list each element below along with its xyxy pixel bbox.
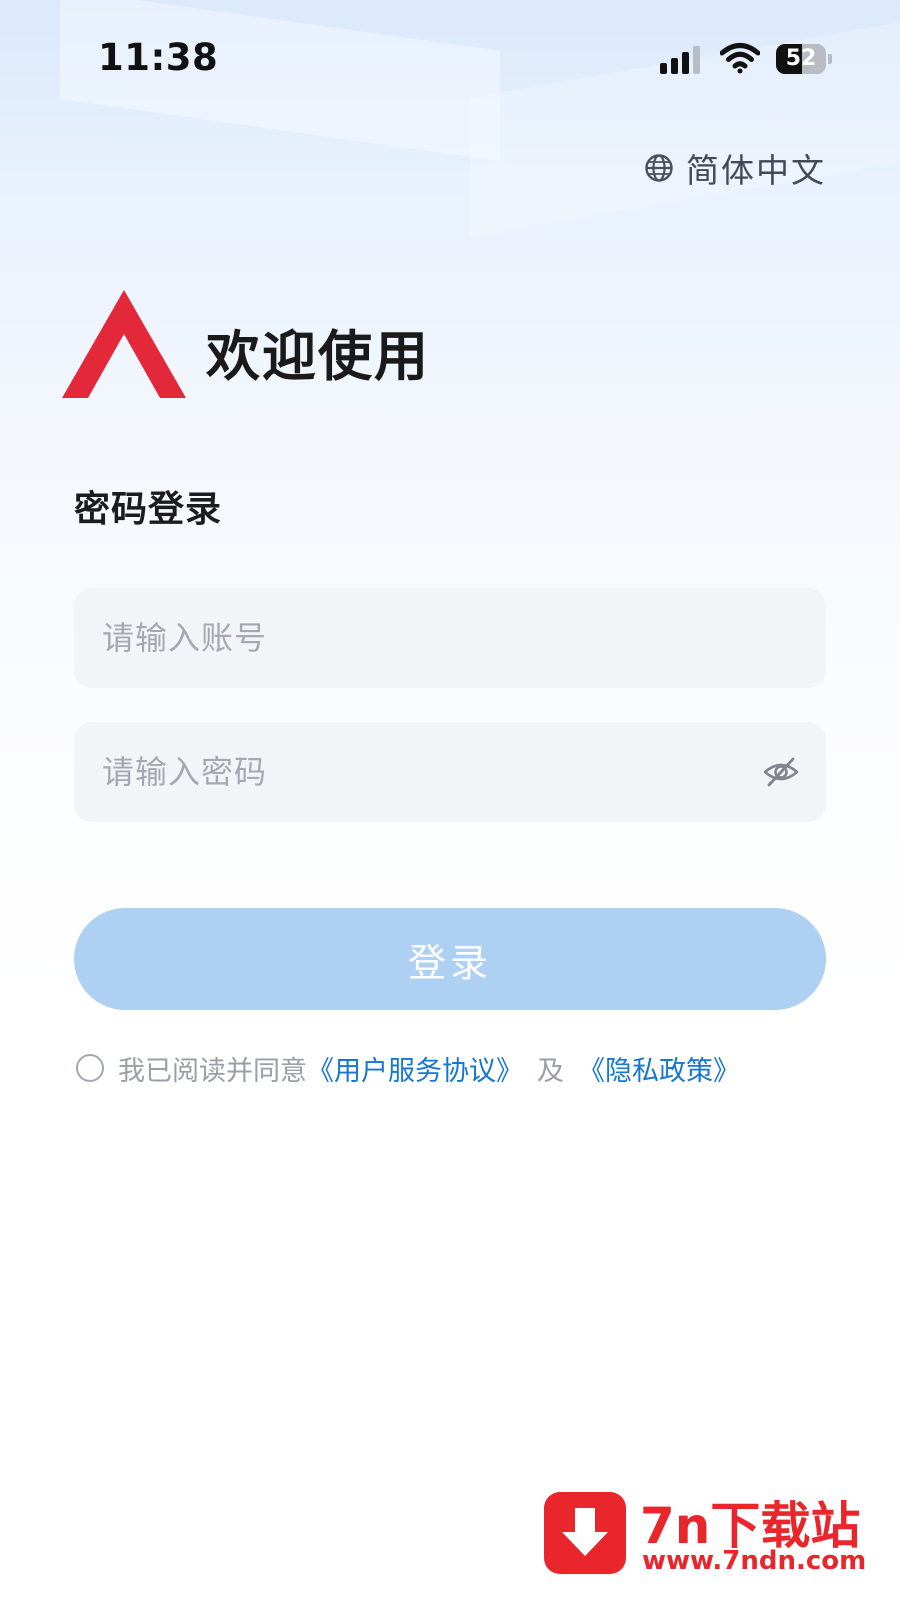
password-input[interactable]	[102, 722, 722, 822]
status-time: 11:38	[98, 36, 219, 79]
watermark: 7n下载站 www.7ndn.com	[544, 1488, 884, 1588]
welcome-heading: 欢迎使用	[206, 325, 430, 388]
password-field	[74, 722, 826, 822]
terms-link[interactable]: 《用户服务协议》	[307, 1049, 523, 1088]
battery-level: 52	[785, 46, 817, 71]
language-label: 简体中文	[686, 151, 826, 190]
account-field	[74, 588, 826, 688]
agreement-text: 我已阅读并同意	[118, 1055, 307, 1087]
app-logo	[62, 290, 186, 398]
account-input[interactable]	[102, 588, 722, 688]
watermark-url: www.7ndn.com	[642, 1546, 867, 1576]
privacy-link[interactable]: 《隐私政策》	[578, 1049, 740, 1088]
agreement-checkbox[interactable]	[76, 1054, 104, 1082]
login-button[interactable]: 登录	[74, 908, 826, 1010]
agreement-row: 我已阅读并同意 《用户服务协议》 及 《隐私政策》	[76, 1048, 740, 1088]
download-icon	[544, 1492, 626, 1574]
login-method-title: 密码登录	[74, 489, 223, 530]
status-bar: 11:38 52	[0, 0, 900, 110]
globe-icon	[645, 154, 673, 182]
agreement-and: 及	[537, 1055, 564, 1087]
cellular-signal-icon	[660, 46, 704, 74]
wifi-icon	[719, 42, 761, 74]
eye-off-icon[interactable]	[762, 754, 800, 790]
language-selector[interactable]: 简体中文	[644, 146, 826, 190]
battery-icon: 52	[776, 44, 832, 74]
